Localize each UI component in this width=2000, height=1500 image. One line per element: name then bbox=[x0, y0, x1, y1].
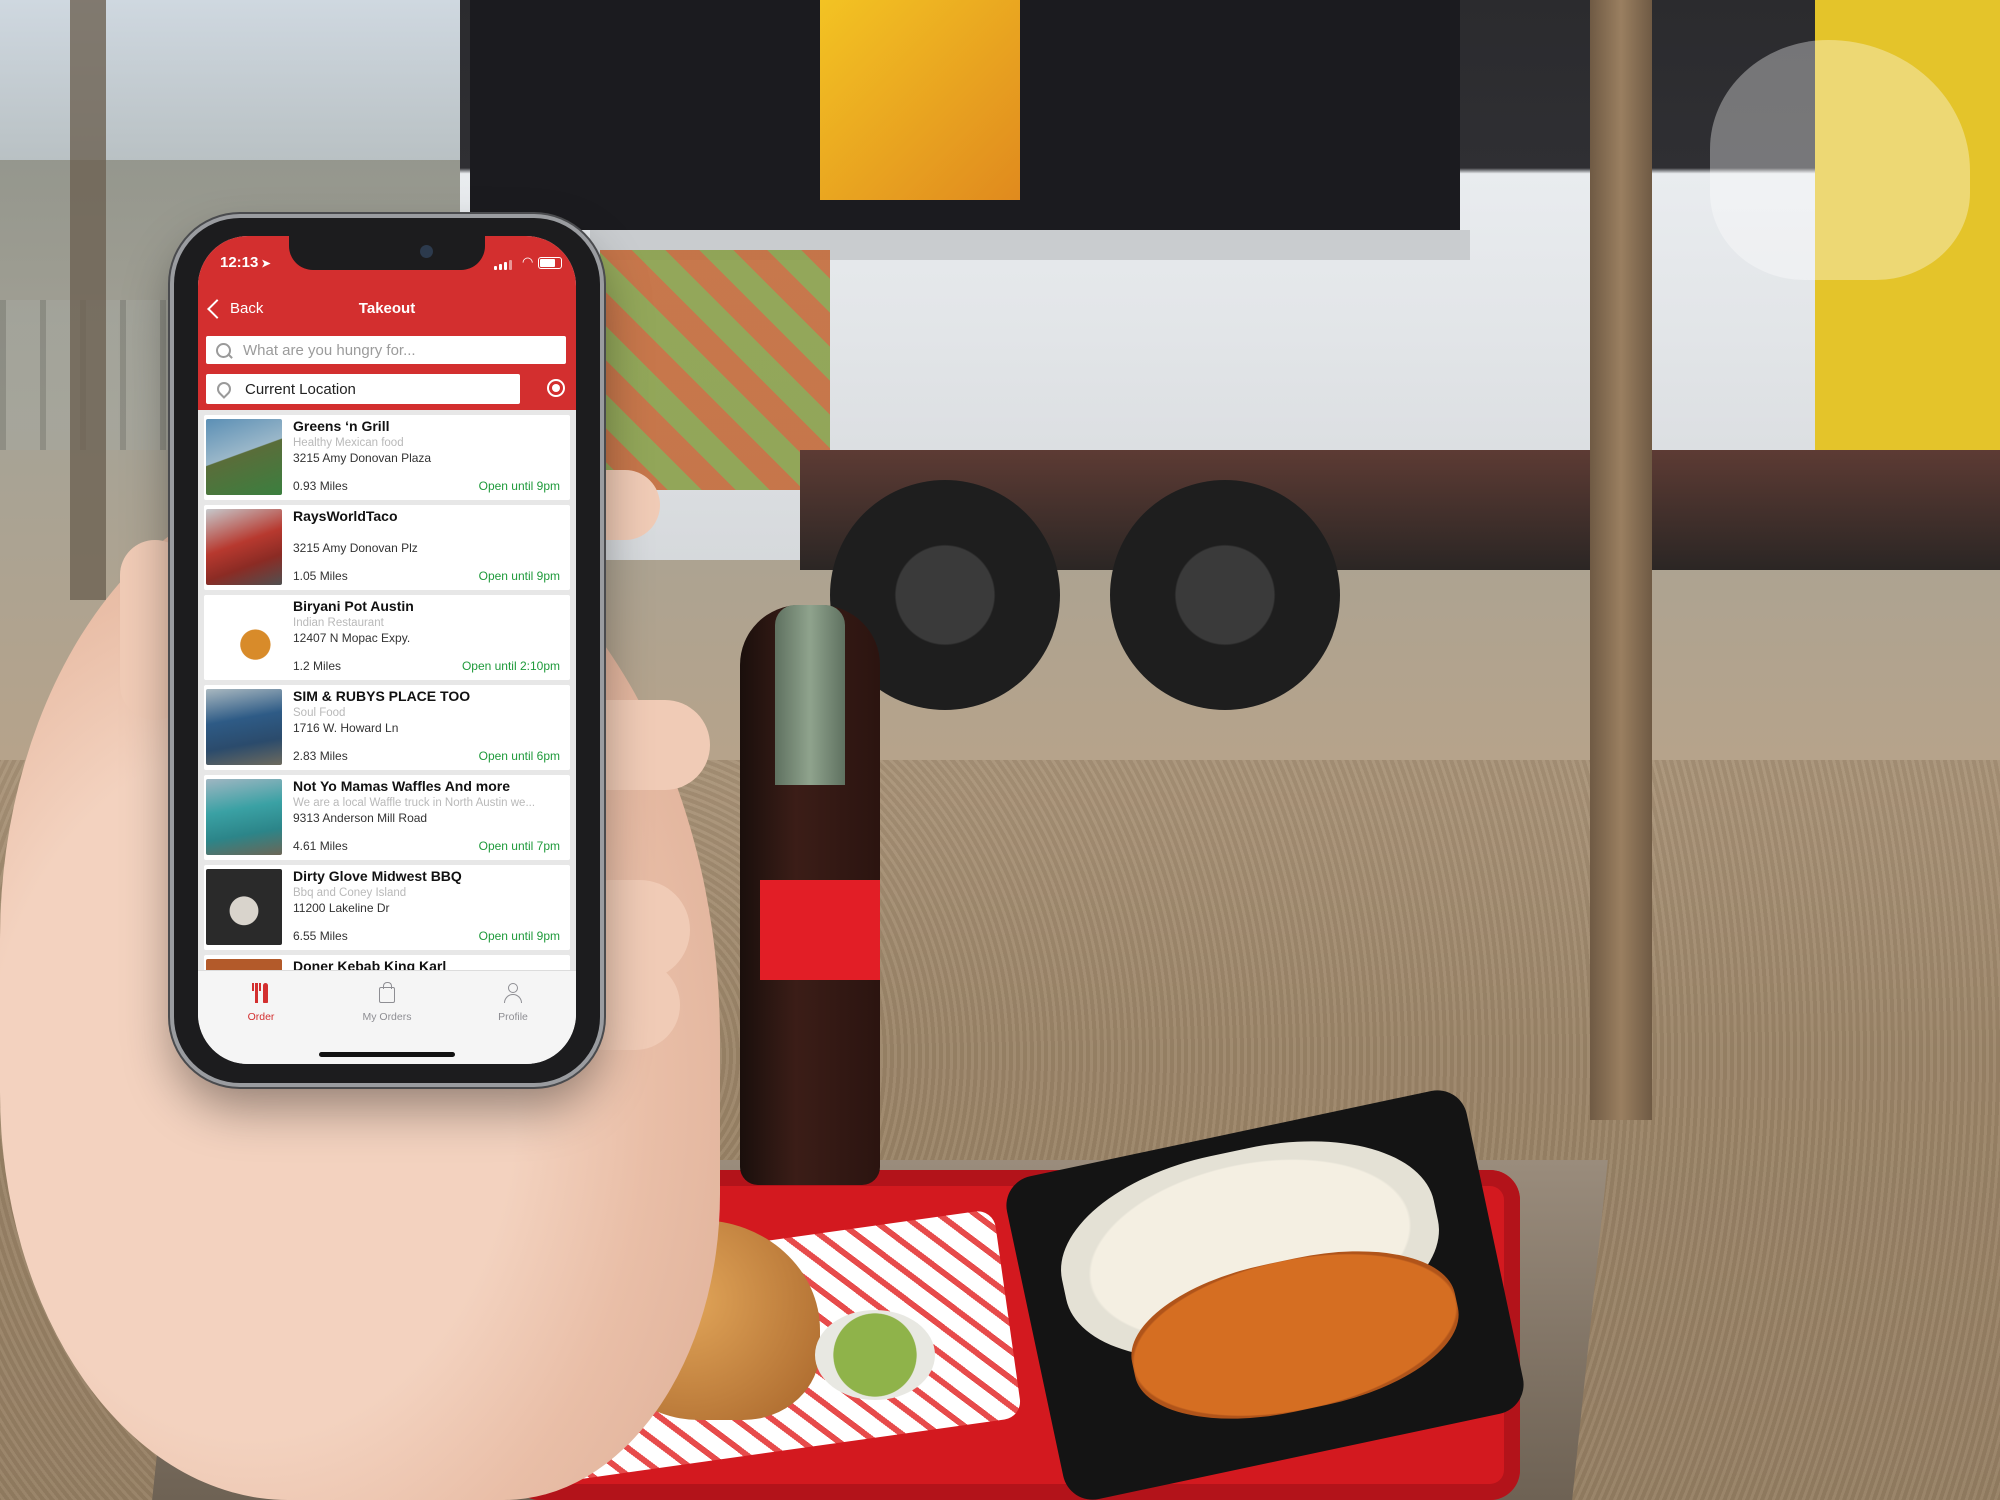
restaurant-hours: Open until 9pm bbox=[478, 479, 560, 493]
wooden-post bbox=[1590, 0, 1652, 1120]
search-bar[interactable] bbox=[206, 336, 566, 364]
restaurant-row[interactable]: Not Yo Mamas Waffles And more We are a l… bbox=[204, 775, 570, 860]
signal-icon bbox=[504, 262, 507, 270]
restaurant-list[interactable]: Greens ‘n Grill Healthy Mexican food 321… bbox=[198, 410, 576, 970]
restaurant-name: Dirty Glove Midwest BBQ bbox=[293, 868, 462, 884]
restaurant-hours: Open until 2:10pm bbox=[461, 659, 560, 673]
phone-notch bbox=[289, 236, 485, 270]
location-label: Current Location bbox=[245, 380, 356, 398]
restaurant-thumbnail bbox=[206, 599, 282, 675]
restaurant-description: Indian Restaurant bbox=[293, 617, 384, 629]
restaurant-description: We are a local Waffle truck in North Aus… bbox=[293, 797, 536, 809]
restaurant-description: Healthy Mexican food bbox=[293, 437, 404, 449]
utility-pole bbox=[70, 0, 106, 600]
restaurant-row[interactable]: Greens ‘n Grill Healthy Mexican food 321… bbox=[204, 415, 570, 500]
person-head bbox=[508, 983, 518, 993]
restaurant-name: Doner Kebab King Karl bbox=[293, 958, 447, 970]
restaurant-thumbnail bbox=[206, 869, 282, 945]
status-icons: ◠ bbox=[494, 254, 562, 270]
truck-side-panel bbox=[600, 250, 830, 490]
restaurant-distance: 2.83 Miles bbox=[293, 749, 348, 763]
restaurant-description: Soul Food bbox=[293, 707, 346, 719]
bag-shape bbox=[379, 982, 395, 1003]
restaurant-thumbnail bbox=[206, 509, 282, 585]
shopping-bag-icon bbox=[375, 981, 399, 1005]
tab-my-orders[interactable]: My Orders bbox=[324, 981, 450, 1023]
restaurant-distance: 6.55 Miles bbox=[293, 929, 348, 943]
wifi-icon: ◠ bbox=[522, 254, 534, 269]
restaurant-name: SIM & RUBYS PLACE TOO bbox=[293, 688, 471, 704]
restaurant-thumbnail bbox=[206, 959, 282, 970]
restaurant-address: 3215 Amy Donovan Plaza bbox=[293, 451, 432, 465]
page-title: Takeout bbox=[358, 300, 416, 317]
restaurant-hours: Open until 9pm bbox=[478, 569, 560, 583]
person-body bbox=[504, 994, 522, 1003]
fork-knife-icon bbox=[249, 981, 273, 1005]
status-time: 12:13 ➤ bbox=[220, 254, 271, 271]
tab-profile[interactable]: Profile bbox=[450, 981, 576, 1023]
trailer-wheel bbox=[1110, 480, 1340, 710]
soda-bottle-neck bbox=[775, 605, 845, 785]
crosshair-dot bbox=[552, 384, 560, 392]
front-camera bbox=[420, 245, 433, 258]
location-field[interactable]: Current Location bbox=[206, 374, 520, 404]
restaurant-hours: Open until 9pm bbox=[478, 929, 560, 943]
location-arrow-icon: ➤ bbox=[261, 258, 271, 270]
restaurant-distance: 4.61 Miles bbox=[293, 839, 348, 853]
restaurant-thumbnail bbox=[206, 689, 282, 765]
restaurant-name: Biryani Pot Austin bbox=[293, 598, 414, 614]
signal-icon bbox=[494, 266, 497, 270]
restaurant-row[interactable]: RaysWorldTaco 3215 Amy Donovan Plz 1.05 … bbox=[204, 505, 570, 590]
tab-order-label: Order bbox=[247, 1011, 275, 1023]
restaurant-distance: 1.05 Miles bbox=[293, 569, 348, 583]
location-pin-icon bbox=[214, 379, 234, 399]
home-indicator[interactable] bbox=[319, 1052, 455, 1057]
restaurant-row[interactable]: Doner Kebab King Karl bbox=[204, 955, 570, 970]
app-screen: 12:13➤ ◠ Back Takeout Current bbox=[198, 236, 576, 1064]
tab-bar: Order My Orders Profile bbox=[198, 970, 576, 1064]
restaurant-row[interactable]: Biryani Pot Austin Indian Restaurant 124… bbox=[204, 595, 570, 680]
restaurant-distance: 0.93 Miles bbox=[293, 479, 348, 493]
restaurant-address: 3215 Amy Donovan Plz bbox=[293, 541, 418, 555]
truck-menu-board bbox=[820, 0, 1020, 200]
restaurant-address: 9313 Anderson Mill Road bbox=[293, 811, 428, 825]
search-icon bbox=[216, 342, 231, 358]
restaurant-description: Bbq and Coney Island bbox=[293, 887, 407, 899]
person-icon bbox=[501, 981, 525, 1005]
signal-icon bbox=[509, 260, 512, 270]
battery-icon bbox=[538, 257, 562, 269]
fork-shape bbox=[252, 983, 261, 1003]
status-time-text: 12:13 bbox=[220, 254, 259, 271]
restaurant-thumbnail bbox=[206, 419, 282, 495]
restaurant-address: 1716 W. Howard Ln bbox=[293, 721, 399, 735]
restaurant-distance: 1.2 Miles bbox=[293, 659, 342, 673]
locate-me-button[interactable] bbox=[546, 378, 566, 398]
restaurant-thumbnail bbox=[206, 779, 282, 855]
chutney-cup bbox=[815, 1310, 935, 1400]
restaurant-name: Not Yo Mamas Waffles And more bbox=[293, 778, 511, 794]
restaurant-row[interactable]: SIM & RUBYS PLACE TOO Soul Food 1716 W. … bbox=[204, 685, 570, 770]
restaurant-row[interactable]: Dirty Glove Midwest BBQ Bbq and Coney Is… bbox=[204, 865, 570, 950]
restaurant-name: RaysWorldTaco bbox=[293, 508, 398, 524]
restaurant-address: 11200 Lakeline Dr bbox=[293, 901, 390, 915]
restaurant-name: Greens ‘n Grill bbox=[293, 418, 390, 434]
restaurant-hours: Open until 6pm bbox=[478, 749, 560, 763]
search-input[interactable] bbox=[241, 340, 545, 360]
restaurant-address: 12407 N Mopac Expy. bbox=[293, 631, 411, 645]
soda-bottle-label bbox=[760, 880, 880, 980]
tab-profile-label: Profile bbox=[498, 1011, 528, 1023]
tab-order[interactable]: Order bbox=[198, 981, 324, 1023]
signal-icon bbox=[499, 264, 502, 270]
tab-my-orders-label: My Orders bbox=[362, 1011, 412, 1023]
knife-shape bbox=[263, 983, 268, 1003]
restaurant-hours: Open until 7pm bbox=[478, 839, 560, 853]
smartphone: 12:13➤ ◠ Back Takeout Current bbox=[174, 218, 600, 1083]
